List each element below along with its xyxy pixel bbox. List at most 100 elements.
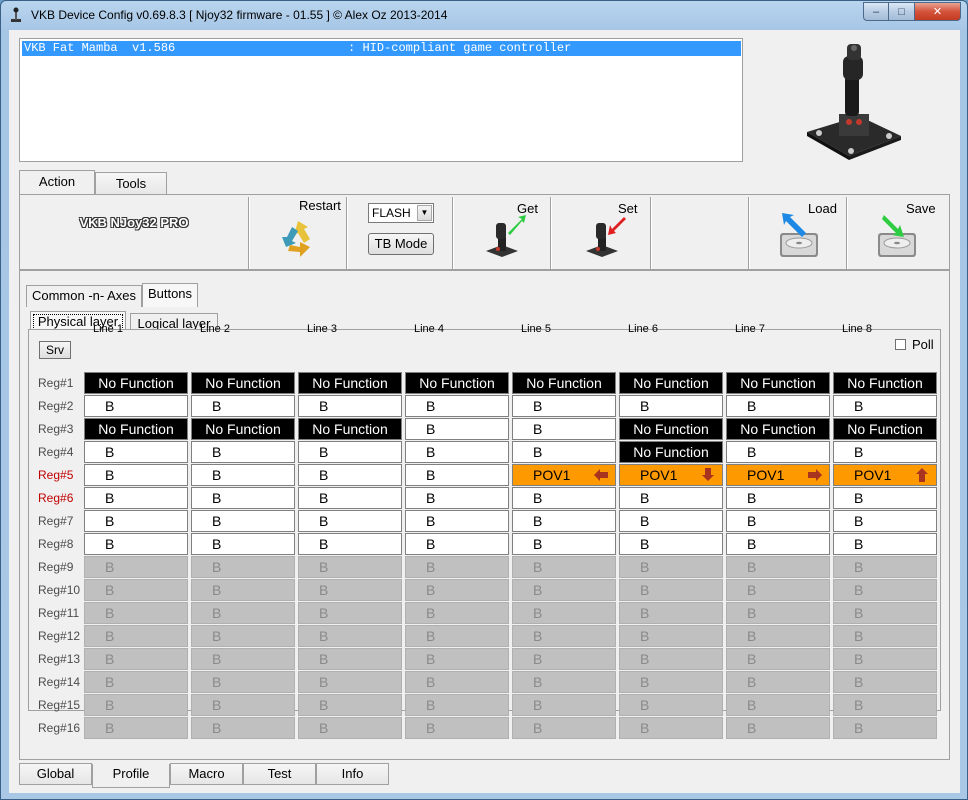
flash-select[interactable]: FLASH ▼ <box>368 203 434 223</box>
tab-macro[interactable]: Macro <box>170 763 243 785</box>
button-cell[interactable]: No Function <box>833 418 937 440</box>
button-cell[interactable]: B <box>833 556 937 578</box>
button-cell[interactable]: B <box>298 671 402 693</box>
maximize-button[interactable]: □ <box>889 2 915 21</box>
button-cell[interactable]: B <box>405 533 509 555</box>
button-cell[interactable]: No Function <box>726 418 830 440</box>
recycle-icon[interactable] <box>278 217 318 261</box>
button-cell[interactable]: No Function <box>84 372 188 394</box>
button-cell[interactable]: B <box>726 648 830 670</box>
button-cell[interactable]: B <box>619 625 723 647</box>
poll-checkbox[interactable]: Poll <box>895 337 934 352</box>
button-cell[interactable]: B <box>726 694 830 716</box>
button-cell[interactable]: B <box>191 441 295 463</box>
button-cell[interactable]: B <box>726 510 830 532</box>
button-cell[interactable]: B <box>298 625 402 647</box>
button-cell[interactable]: B <box>512 717 616 739</box>
button-cell[interactable]: B <box>619 694 723 716</box>
button-cell[interactable]: No Function <box>619 441 723 463</box>
button-cell[interactable]: B <box>726 602 830 624</box>
button-cell[interactable]: B <box>191 625 295 647</box>
device-list[interactable]: VKB Fat Mamba v1.586 : HID-compliant gam… <box>19 38 743 162</box>
button-cell[interactable]: B <box>833 648 937 670</box>
title-bar[interactable]: VKB Device Config v0.69.8.3 [ Njoy32 fir… <box>1 1 967 29</box>
button-cell[interactable]: B <box>298 579 402 601</box>
button-cell[interactable]: No Function <box>84 418 188 440</box>
tab-info[interactable]: Info <box>316 763 389 785</box>
button-cell[interactable]: B <box>298 556 402 578</box>
button-cell[interactable]: No Function <box>619 418 723 440</box>
button-cell[interactable]: B <box>512 533 616 555</box>
tab-action[interactable]: Action <box>19 170 95 196</box>
button-cell[interactable]: B <box>191 671 295 693</box>
button-cell[interactable]: No Function <box>726 372 830 394</box>
button-cell[interactable]: B <box>726 556 830 578</box>
button-cell[interactable]: B <box>405 579 509 601</box>
button-cell[interactable]: B <box>405 648 509 670</box>
button-cell[interactable]: B <box>512 441 616 463</box>
button-cell[interactable]: B <box>405 671 509 693</box>
button-cell[interactable]: B <box>726 441 830 463</box>
button-cell[interactable]: B <box>619 395 723 417</box>
button-cell[interactable]: No Function <box>512 372 616 394</box>
button-cell[interactable]: B <box>84 464 188 486</box>
button-cell[interactable]: POV1 <box>512 464 616 486</box>
button-cell[interactable]: B <box>512 579 616 601</box>
button-cell[interactable]: No Function <box>191 418 295 440</box>
button-cell[interactable]: B <box>833 602 937 624</box>
button-cell[interactable]: B <box>298 648 402 670</box>
button-cell[interactable]: B <box>191 556 295 578</box>
joystick-get-icon[interactable] <box>482 211 530 259</box>
button-cell[interactable]: B <box>833 395 937 417</box>
button-cell[interactable]: B <box>833 579 937 601</box>
button-cell[interactable]: B <box>512 602 616 624</box>
button-cell[interactable]: B <box>726 487 830 509</box>
button-cell[interactable]: B <box>512 510 616 532</box>
poll-checkbox-box[interactable] <box>895 339 906 350</box>
tab-tools[interactable]: Tools <box>95 172 167 196</box>
button-cell[interactable]: B <box>191 487 295 509</box>
button-cell[interactable]: B <box>298 533 402 555</box>
button-cell[interactable]: B <box>298 395 402 417</box>
button-cell[interactable]: B <box>833 533 937 555</box>
button-cell[interactable]: B <box>84 556 188 578</box>
button-cell[interactable]: B <box>84 487 188 509</box>
button-cell[interactable]: No Function <box>191 372 295 394</box>
srv-button[interactable]: Srv <box>39 341 71 359</box>
button-cell[interactable]: B <box>726 625 830 647</box>
button-cell[interactable]: B <box>191 395 295 417</box>
button-cell[interactable]: No Function <box>298 418 402 440</box>
button-cell[interactable]: B <box>405 395 509 417</box>
button-cell[interactable]: B <box>84 671 188 693</box>
button-cell[interactable]: No Function <box>619 372 723 394</box>
button-cell[interactable]: B <box>84 579 188 601</box>
button-cell[interactable]: B <box>191 694 295 716</box>
button-cell[interactable]: B <box>512 671 616 693</box>
button-cell[interactable]: B <box>84 694 188 716</box>
button-cell[interactable]: B <box>405 441 509 463</box>
button-cell[interactable]: B <box>619 671 723 693</box>
button-cell[interactable]: POV1 <box>619 464 723 486</box>
minimize-button[interactable]: – <box>863 2 889 21</box>
button-cell[interactable]: B <box>191 602 295 624</box>
button-cell[interactable]: B <box>512 648 616 670</box>
button-cell[interactable]: POV1 <box>833 464 937 486</box>
button-cell[interactable]: B <box>405 418 509 440</box>
button-cell[interactable]: B <box>512 395 616 417</box>
button-cell[interactable]: B <box>298 717 402 739</box>
joystick-set-icon[interactable] <box>582 211 630 259</box>
hard-drive-load-icon[interactable] <box>776 209 824 261</box>
button-cell[interactable]: B <box>191 510 295 532</box>
button-cell[interactable]: B <box>191 533 295 555</box>
button-cell[interactable]: B <box>833 671 937 693</box>
button-cell[interactable]: No Function <box>833 372 937 394</box>
button-cell[interactable]: B <box>84 395 188 417</box>
button-cell[interactable]: B <box>619 533 723 555</box>
button-cell[interactable]: B <box>405 694 509 716</box>
button-cell[interactable]: B <box>191 648 295 670</box>
button-cell[interactable]: B <box>512 418 616 440</box>
button-cell[interactable]: POV1 <box>726 464 830 486</box>
button-cell[interactable]: B <box>619 487 723 509</box>
button-cell[interactable]: B <box>405 602 509 624</box>
button-cell[interactable]: B <box>405 625 509 647</box>
